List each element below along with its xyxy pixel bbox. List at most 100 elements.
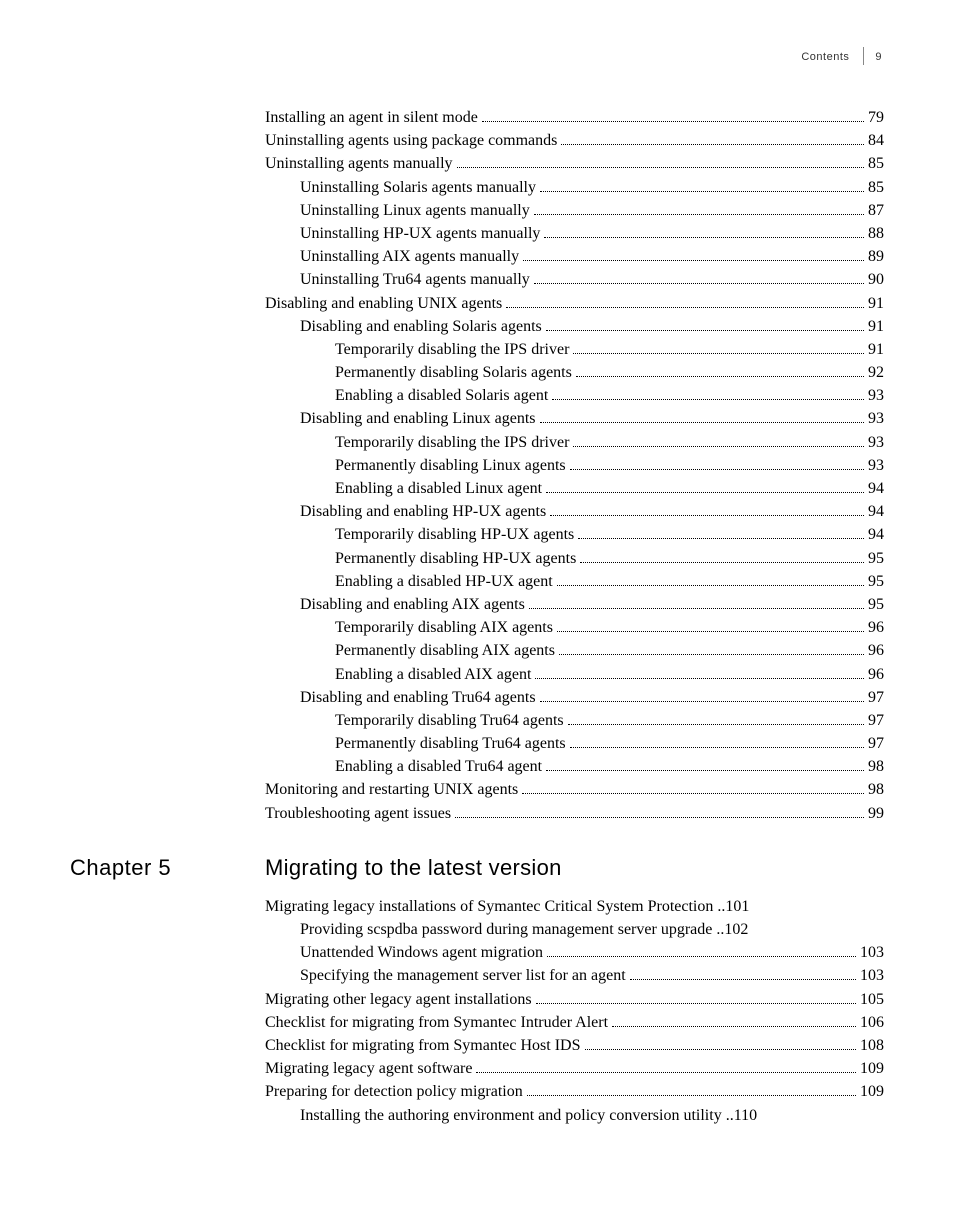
toc-leader xyxy=(559,654,864,655)
toc-entry-label: Disabling and enabling AIX agents xyxy=(300,593,525,616)
chapter-title: Migrating to the latest version xyxy=(265,855,562,881)
toc-entry: Uninstalling Tru64 agents manually 90 xyxy=(265,268,884,291)
toc-entry: Temporarily disabling the IPS driver 91 xyxy=(265,338,884,361)
toc-entry-label: Disabling and enabling Tru64 agents xyxy=(300,686,536,709)
toc-entry-page: 93 xyxy=(868,454,884,477)
toc-entry: Temporarily disabling HP-UX agents94 xyxy=(265,523,884,546)
toc-entry-page: 108 xyxy=(860,1034,884,1057)
toc-entry-label: Enabling a disabled Tru64 agent xyxy=(335,755,542,778)
toc-entry: Temporarily disabling AIX agents96 xyxy=(265,616,884,639)
toc-leader xyxy=(585,1049,856,1050)
toc-entry-label: Disabling and enabling HP-UX agents xyxy=(300,500,546,523)
toc-leader xyxy=(561,144,864,145)
toc-entry-page: 109 xyxy=(860,1080,884,1103)
toc-entry-page: 85 xyxy=(868,152,884,175)
toc-entry-label: Troubleshooting agent issues xyxy=(265,802,451,825)
toc-entry-page: 103 xyxy=(860,964,884,987)
toc-entry: Enabling a disabled Solaris agent 93 xyxy=(265,384,884,407)
toc-entry-label: Uninstalling agents manually xyxy=(265,152,453,175)
toc-entry-label: Enabling a disabled Solaris agent xyxy=(335,384,548,407)
toc-entry: Disabling and enabling Tru64 agents 97 xyxy=(265,686,884,709)
toc-entry-label: Temporarily disabling the IPS driver xyxy=(335,338,569,361)
toc-entry-page: 93 xyxy=(868,431,884,454)
toc-entry-page: 93 xyxy=(868,384,884,407)
toc-entry: Temporarily disabling the IPS driver 93 xyxy=(265,431,884,454)
toc-leader xyxy=(523,260,864,261)
toc-leader xyxy=(546,492,864,493)
toc-entry: Monitoring and restarting UNIX agents 98 xyxy=(265,778,884,801)
toc-leader xyxy=(540,191,864,192)
toc-entry: Uninstalling agents manually 85 xyxy=(265,152,884,175)
toc-entry-label: Disabling and enabling Linux agents xyxy=(300,407,536,430)
toc-entry-label: Permanently disabling Solaris agents xyxy=(335,361,572,384)
toc-entry-label: Unattended Windows agent migration xyxy=(300,941,543,964)
toc-leader xyxy=(576,376,864,377)
toc-entry-label: Temporarily disabling AIX agents xyxy=(335,616,553,639)
toc-entry: Enabling a disabled Tru64 agent98 xyxy=(265,755,884,778)
toc-entry-page: 110 xyxy=(734,1104,757,1127)
toc-entry-label: Migrating legacy installations of Symant… xyxy=(265,895,713,918)
toc-entry-label: Uninstalling Solaris agents manually xyxy=(300,176,536,199)
toc-leader xyxy=(550,515,864,516)
toc-entry: Unattended Windows agent migration103 xyxy=(265,941,884,964)
toc-entry-page: 91 xyxy=(868,338,884,361)
toc-entry-page: 96 xyxy=(868,663,884,686)
toc-entry-page: 101 xyxy=(725,895,749,918)
toc-entry-page: 90 xyxy=(868,268,884,291)
toc-entry-label: Permanently disabling Tru64 agents xyxy=(335,732,566,755)
toc-entry: Uninstalling agents using package comman… xyxy=(265,129,884,152)
toc-entry-label: Installing the authoring environment and… xyxy=(300,1104,722,1127)
toc-entry-label: Uninstalling Linux agents manually xyxy=(300,199,530,222)
toc-leader-short: .. xyxy=(713,895,725,918)
header-section-label: Contents xyxy=(801,51,849,63)
chapter-label: Chapter 5 xyxy=(70,855,265,881)
toc-leader xyxy=(546,770,864,771)
toc-entry: Troubleshooting agent issues99 xyxy=(265,802,884,825)
toc-entry-label: Disabling and enabling UNIX agents xyxy=(265,292,502,315)
toc-entry-label: Enabling a disabled AIX agent xyxy=(335,663,531,686)
toc-entry: Permanently disabling HP-UX agents95 xyxy=(265,547,884,570)
toc-entry-page: 79 xyxy=(868,106,884,129)
toc-entry-page: 97 xyxy=(868,686,884,709)
toc-entry-page: 88 xyxy=(868,222,884,245)
toc-leader xyxy=(573,353,864,354)
toc-entry-page: 93 xyxy=(868,407,884,430)
toc-leader xyxy=(546,330,864,331)
toc-entry: Temporarily disabling Tru64 agents97 xyxy=(265,709,884,732)
toc-leader xyxy=(482,121,864,122)
toc-entry-page: 94 xyxy=(868,500,884,523)
toc-entry: Uninstalling Solaris agents manually 85 xyxy=(265,176,884,199)
toc-entry-label: Preparing for detection policy migration xyxy=(265,1080,523,1103)
toc-entry-label: Checklist for migrating from Symantec Ho… xyxy=(265,1034,581,1057)
toc-leader xyxy=(455,817,864,818)
toc-leader xyxy=(573,446,864,447)
toc-entry-page: 97 xyxy=(868,732,884,755)
toc-entry-label: Temporarily disabling the IPS driver xyxy=(335,431,569,454)
toc-entry-page: 94 xyxy=(868,477,884,500)
toc-entry-page: 98 xyxy=(868,778,884,801)
toc-leader xyxy=(568,724,864,725)
toc-entry-page: 85 xyxy=(868,176,884,199)
toc-leader xyxy=(630,979,856,980)
toc-leader xyxy=(457,167,864,168)
toc-leader xyxy=(535,678,864,679)
toc-entry: Specifying the management server list fo… xyxy=(265,964,884,987)
toc-entry-label: Permanently disabling AIX agents xyxy=(335,639,555,662)
toc-entry-label: Uninstalling Tru64 agents manually xyxy=(300,268,530,291)
toc-entry: Permanently disabling Linux agents93 xyxy=(265,454,884,477)
toc-entry-label: Monitoring and restarting UNIX agents xyxy=(265,778,518,801)
toc-leader xyxy=(578,538,864,539)
toc-leader xyxy=(557,585,864,586)
toc-entry: Permanently disabling Solaris agents92 xyxy=(265,361,884,384)
toc-entry-label: Checklist for migrating from Symantec In… xyxy=(265,1011,608,1034)
toc-entry: Migrating other legacy agent installatio… xyxy=(265,988,884,1011)
toc-entry-page: 96 xyxy=(868,639,884,662)
toc-entry: Providing scspdba password during manage… xyxy=(265,918,884,941)
toc-entry-page: 106 xyxy=(860,1011,884,1034)
toc-entry: Uninstalling Linux agents manually87 xyxy=(265,199,884,222)
toc-entry-page: 95 xyxy=(868,593,884,616)
toc-leader xyxy=(570,469,864,470)
toc-entry: Enabling a disabled HP-UX agent95 xyxy=(265,570,884,593)
toc-leader xyxy=(534,283,864,284)
toc-entry-label: Uninstalling HP-UX agents manually xyxy=(300,222,540,245)
